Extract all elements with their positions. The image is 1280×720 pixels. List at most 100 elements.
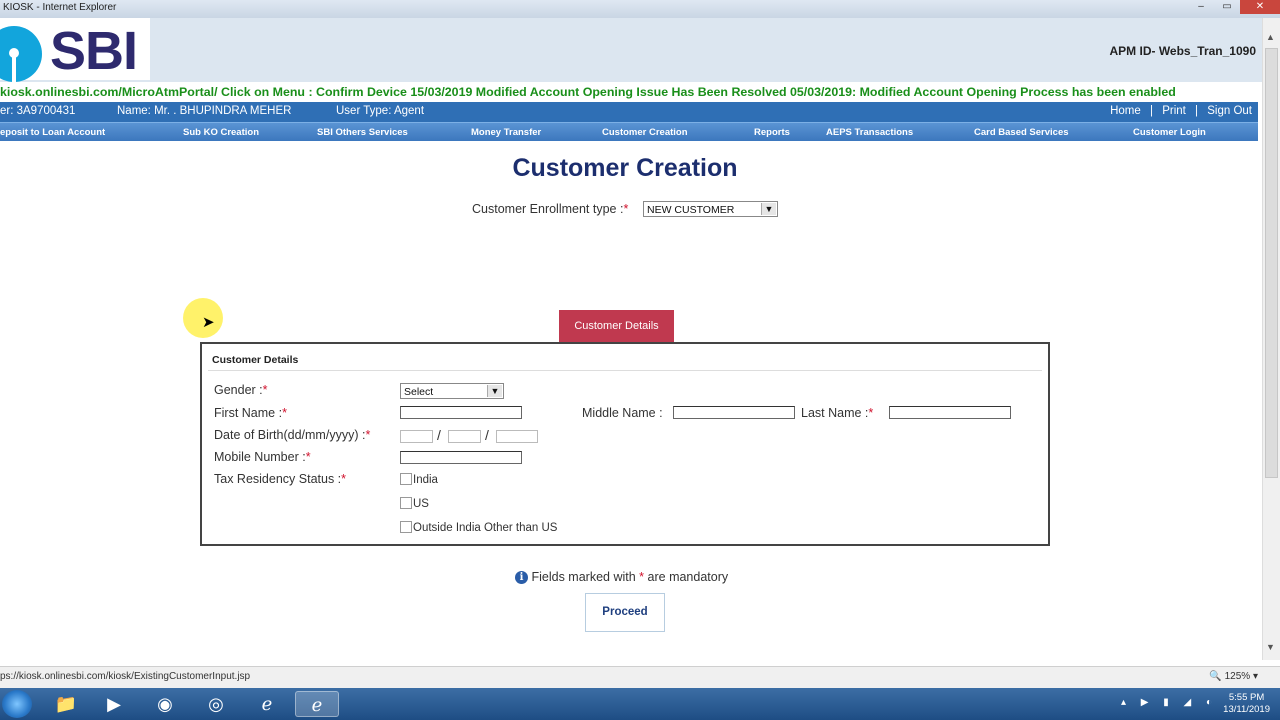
- sbi-logo-emblem-icon: [0, 26, 42, 84]
- required-mark: *: [305, 450, 311, 464]
- panel-heading: Customer Details: [212, 354, 299, 366]
- date-separator: /: [437, 427, 441, 443]
- print-link[interactable]: Print: [1162, 105, 1186, 117]
- required-mark: *: [365, 428, 371, 442]
- home-link[interactable]: Home: [1110, 105, 1141, 117]
- tax-india-checkbox[interactable]: [400, 473, 412, 485]
- tax-india-label: India: [413, 474, 438, 486]
- window-controls: – ▭ ✕: [1188, 0, 1280, 14]
- sbi-logo[interactable]: SBI: [0, 18, 150, 84]
- proceed-button[interactable]: Proceed: [585, 593, 665, 632]
- first-name-input[interactable]: [400, 406, 522, 419]
- clock-date: 13/11/2019: [1223, 704, 1270, 715]
- browser-status-bar: ps://kiosk.onlinesbi.com/kiosk/ExistingC…: [0, 666, 1280, 688]
- mouse-pointer-icon: ➤: [202, 314, 215, 331]
- required-mark: *: [341, 472, 347, 486]
- separator: |: [1195, 105, 1199, 117]
- enrollment-type-label: Customer Enrollment type :*: [472, 202, 628, 216]
- mandatory-note-end: are mandatory: [647, 570, 729, 584]
- date-separator: /: [485, 427, 489, 443]
- last-name-label-text: Last Name :: [801, 406, 869, 420]
- middle-name-input[interactable]: [673, 406, 795, 419]
- minimize-icon[interactable]: –: [1188, 0, 1214, 14]
- required-mark: *: [282, 406, 287, 420]
- scroll-down-icon[interactable]: ▼: [1266, 642, 1275, 652]
- firefox-icon[interactable]: ◉: [143, 691, 187, 717]
- nav-deposit-to-loan[interactable]: eposit to Loan Account: [0, 127, 105, 138]
- dob-label: Date of Birth(dd/mm/yyyy) :*: [214, 428, 370, 442]
- enrollment-type-select[interactable]: NEW CUSTOMER ▼: [643, 201, 778, 217]
- separator: |: [1149, 105, 1153, 117]
- mandatory-note-text: Fields marked with: [531, 570, 636, 584]
- customer-details-tab[interactable]: Customer Details: [559, 310, 674, 342]
- close-icon[interactable]: ✕: [1240, 0, 1280, 14]
- enrollment-type-value: NEW CUSTOMER: [647, 204, 735, 216]
- scroll-up-icon[interactable]: ▲: [1266, 32, 1275, 42]
- tax-outside-india-label: Outside India Other than US: [413, 522, 558, 534]
- dob-day-input[interactable]: [400, 430, 433, 443]
- zoom-level[interactable]: 🔍 125% ▾: [1209, 671, 1258, 682]
- middle-name-label: Middle Name :: [582, 406, 663, 420]
- divider: [208, 370, 1042, 371]
- chevron-down-icon: ▼: [761, 203, 776, 215]
- folder-icon[interactable]: 📁: [44, 691, 88, 717]
- nav-sub-ko-creation[interactable]: Sub KO Creation: [183, 127, 259, 138]
- customer-details-panel: Customer Details Gender :* Select ▼ Firs…: [200, 342, 1050, 546]
- window-titlebar: KIOSK - Internet Explorer – ▭ ✕: [0, 0, 1280, 18]
- dob-year-input[interactable]: [496, 430, 538, 443]
- gender-label-text: Gender :: [214, 383, 263, 397]
- ie-active-icon[interactable]: ℯ: [295, 691, 339, 717]
- dob-month-input[interactable]: [448, 430, 481, 443]
- nav-sbi-others-services[interactable]: SBI Others Services: [317, 127, 408, 138]
- clock-time: 5:55 PM: [1228, 692, 1265, 703]
- news-marquee: kiosk.onlinesbi.com/MicroAtmPortal/ Clic…: [0, 82, 1262, 102]
- tax-residency-label: Tax Residency Status :*: [214, 472, 346, 486]
- status-url: ps://kiosk.onlinesbi.com/kiosk/ExistingC…: [0, 671, 251, 682]
- user-id: er: 3A9700431: [0, 105, 76, 117]
- chrome-icon[interactable]: ◎: [194, 691, 238, 717]
- mandatory-note: i Fields marked with * are mandatory: [515, 570, 728, 584]
- nav-card-based-services[interactable]: Card Based Services: [974, 127, 1069, 138]
- last-name-label: Last Name :*: [801, 406, 873, 420]
- user-links: Home | Print | Sign Out: [1110, 105, 1252, 117]
- tax-us-label: US: [413, 498, 429, 510]
- apm-id: APM ID- Webs_Tran_1090: [1109, 44, 1256, 58]
- system-clock[interactable]: 5:55 PM 13/11/2019: [1223, 692, 1270, 716]
- maximize-icon[interactable]: ▭: [1214, 0, 1240, 14]
- nav-aeps-transactions[interactable]: AEPS Transactions: [826, 127, 913, 138]
- first-name-label-text: First Name :: [214, 406, 283, 420]
- mobile-label-text: Mobile Number :: [214, 450, 306, 464]
- first-name-label: First Name :*: [214, 406, 287, 420]
- nav-money-transfer[interactable]: Money Transfer: [471, 127, 541, 138]
- site-header: SBI APM ID- Webs_Tran_1090: [0, 18, 1262, 84]
- gender-label: Gender :*: [214, 383, 268, 397]
- ie-icon[interactable]: ℯ: [245, 691, 289, 717]
- scrollbar-thumb[interactable]: [1265, 48, 1278, 478]
- page-title: Customer Creation: [512, 154, 738, 182]
- tax-us-checkbox[interactable]: [400, 497, 412, 509]
- gender-value: Select: [404, 386, 434, 398]
- nav-customer-login[interactable]: Customer Login: [1133, 127, 1206, 138]
- chevron-down-icon: ▼: [487, 385, 502, 397]
- sign-out-link[interactable]: Sign Out: [1207, 105, 1252, 117]
- required-mark: *: [262, 383, 268, 397]
- dob-label-text: Date of Birth(dd/mm/yyyy) :: [214, 428, 366, 442]
- main-nav: eposit to Loan Account Sub KO Creation S…: [0, 122, 1258, 141]
- zoom-value: 125%: [1224, 671, 1251, 682]
- user-name: Name: Mr. . BHUPINDRA MEHER: [117, 105, 292, 117]
- info-icon: i: [515, 571, 528, 584]
- system-tray[interactable]: ▴ ▶ ▮ ◢ ◐: [1121, 697, 1218, 708]
- vertical-scrollbar[interactable]: ▲ ▼: [1262, 18, 1280, 660]
- nav-customer-creation[interactable]: Customer Creation: [602, 127, 688, 138]
- gender-select[interactable]: Select ▼: [400, 383, 504, 399]
- enrollment-label-text: Customer Enrollment type :: [472, 202, 624, 216]
- tax-outside-india-checkbox[interactable]: [400, 521, 412, 533]
- mobile-number-input[interactable]: [400, 451, 522, 464]
- media-player-icon[interactable]: ▶: [92, 691, 136, 717]
- required-mark: *: [623, 202, 629, 216]
- last-name-input[interactable]: [889, 406, 1011, 419]
- nav-reports[interactable]: Reports: [754, 127, 790, 138]
- mobile-label: Mobile Number :*: [214, 450, 311, 464]
- start-button-icon[interactable]: [2, 690, 32, 718]
- user-type: User Type: Agent: [336, 105, 425, 117]
